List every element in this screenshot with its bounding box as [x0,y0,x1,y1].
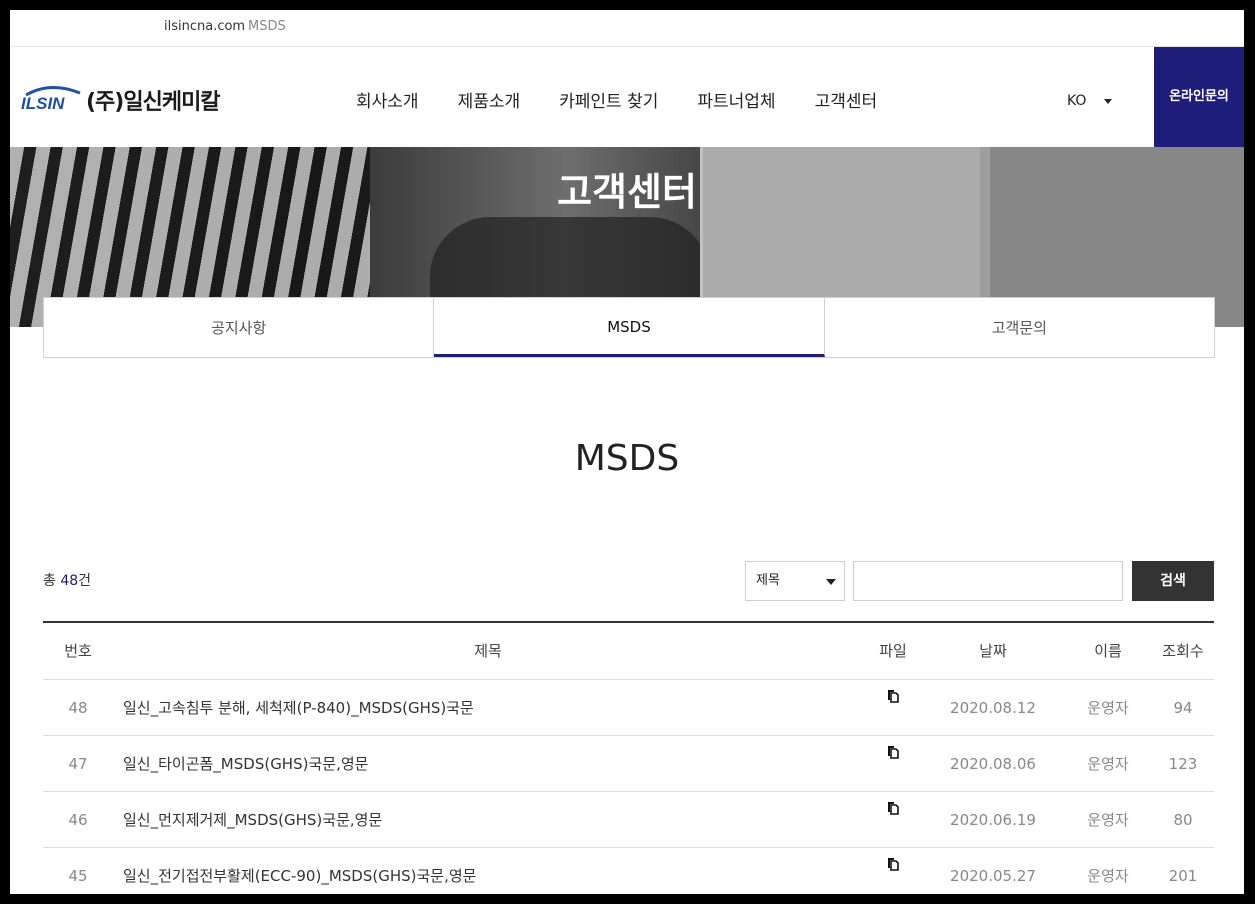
table-header-row: 번호 제목 파일 날짜 이름 조회수 [43,623,1214,680]
row-author: 운영자 [1087,699,1129,717]
search-field-value: 제목 [756,573,780,588]
banner-title: 고객센터 [557,170,697,214]
table-body: 48 일신_고속침투 분해, 세척제(P-840)_MSDS(GHS)국문 20… [43,680,1214,894]
page-title: MSDS [574,438,680,479]
row-views: 80 [1173,811,1193,829]
msds-table: 번호 제목 파일 날짜 이름 조회수 48 일신_고속침투 분해, 세척제(P-… [43,621,1214,894]
row-date: 2020.06.19 [950,811,1036,829]
online-inquiry-button[interactable]: 온라인문의 [1154,47,1244,147]
header-name: 이름 [1094,642,1122,660]
row-title-link[interactable]: 일신_전기접전부활제(ECC-90)_MSDS(GHS)국문,영문 [123,848,476,894]
sub-tabs: 공지사항 MSDS 고객문의 [43,297,1215,358]
header-title: 제목 [474,642,502,660]
file-copy-icon [888,689,899,703]
language-selector[interactable]: KO [1067,93,1113,109]
row-file[interactable] [863,736,923,792]
header-file: 파일 [879,642,907,660]
row-file[interactable] [863,792,923,848]
header-date: 날짜 [979,642,1007,660]
file-copy-icon [888,857,899,871]
tab-msds[interactable]: MSDS [434,298,825,357]
table-row[interactable]: 45 일신_전기접전부활제(ECC-90)_MSDS(GHS)국문,영문 202… [43,848,1214,894]
row-no: 47 [68,755,88,773]
total-number: 48 [60,573,79,589]
table-row[interactable]: 47 일신_타이곤폼_MSDS(GHS)국문,영문 2020.08.06 운영자… [43,736,1214,792]
file-copy-icon [888,801,899,815]
nav-item-company[interactable]: 회사소개 [356,87,419,112]
ilsin-logo-icon: ILSIN [21,86,81,113]
chevron-down-icon [826,579,836,585]
row-date: 2020.08.06 [950,755,1036,773]
tab-notice[interactable]: 공지사항 [44,298,435,357]
breadcrumb-section: MSDS [248,19,286,34]
row-title-link[interactable]: 일신_고속침투 분해, 세척제(P-840)_MSDS(GHS)국문 [123,680,474,736]
table-row[interactable]: 48 일신_고속침투 분해, 세척제(P-840)_MSDS(GHS)국문 20… [43,680,1214,736]
total-prefix: 총 [43,573,56,589]
main-nav: 회사소개 제품소개 카페인트 찾기 파트너업체 고객센터 [356,87,916,112]
row-no: 48 [68,699,88,717]
row-no: 45 [68,867,88,885]
tab-inquiry[interactable]: 고객문의 [825,298,1214,357]
file-copy-icon [888,745,899,759]
top-bar: ilsincna.com MSDS [10,10,1244,47]
row-file[interactable] [863,848,923,894]
language-label: KO [1067,93,1087,109]
row-author: 운영자 [1087,811,1129,829]
site-header: ILSIN (주)일신케미칼 회사소개 제품소개 카페인트 찾기 파트너업체 고객센터 … [10,47,1244,147]
nav-item-customer-center[interactable]: 고객센터 [815,87,878,112]
row-date: 2020.08.12 [950,699,1036,717]
search-button[interactable]: 검색 [1132,561,1214,601]
row-title-link[interactable]: 일신_먼지제거제_MSDS(GHS)국문,영문 [123,792,382,848]
row-author: 운영자 [1087,867,1129,885]
svg-text:ILSIN: ILSIN [21,94,65,113]
row-date: 2020.05.27 [950,867,1036,885]
row-views: 201 [1168,867,1198,885]
row-title-link[interactable]: 일신_타이곤폼_MSDS(GHS)국문,영문 [123,736,368,792]
site-domain[interactable]: ilsincna.com [164,19,245,34]
company-name: (주)일신케미칼 [86,90,221,115]
row-no: 46 [68,811,88,829]
nav-item-partners[interactable]: 파트너업체 [697,87,775,112]
nav-item-products[interactable]: 제품소개 [458,87,521,112]
search-input[interactable] [853,561,1123,601]
site-logo[interactable]: ILSIN (주)일신케미칼 [20,83,235,115]
row-file[interactable] [863,680,923,736]
row-author: 운영자 [1087,755,1129,773]
scrollbar[interactable] [1244,10,1255,894]
nav-item-paint-finder[interactable]: 카페인트 찾기 [559,87,658,112]
total-count: 총 48건 [43,570,91,590]
table-row[interactable]: 46 일신_먼지제거제_MSDS(GHS)국문,영문 2020.06.19 운영… [43,792,1214,848]
search-field-select[interactable]: 제목 [745,561,845,601]
row-views: 123 [1168,755,1198,773]
row-views: 94 [1173,699,1193,717]
caret-down-icon [1104,98,1113,104]
browser-viewport: ilsincna.com MSDS ILSIN (주)일신케미칼 회사소개 제품소… [10,10,1244,894]
header-views: 조회수 [1162,642,1204,660]
total-suffix: 건 [78,573,92,589]
